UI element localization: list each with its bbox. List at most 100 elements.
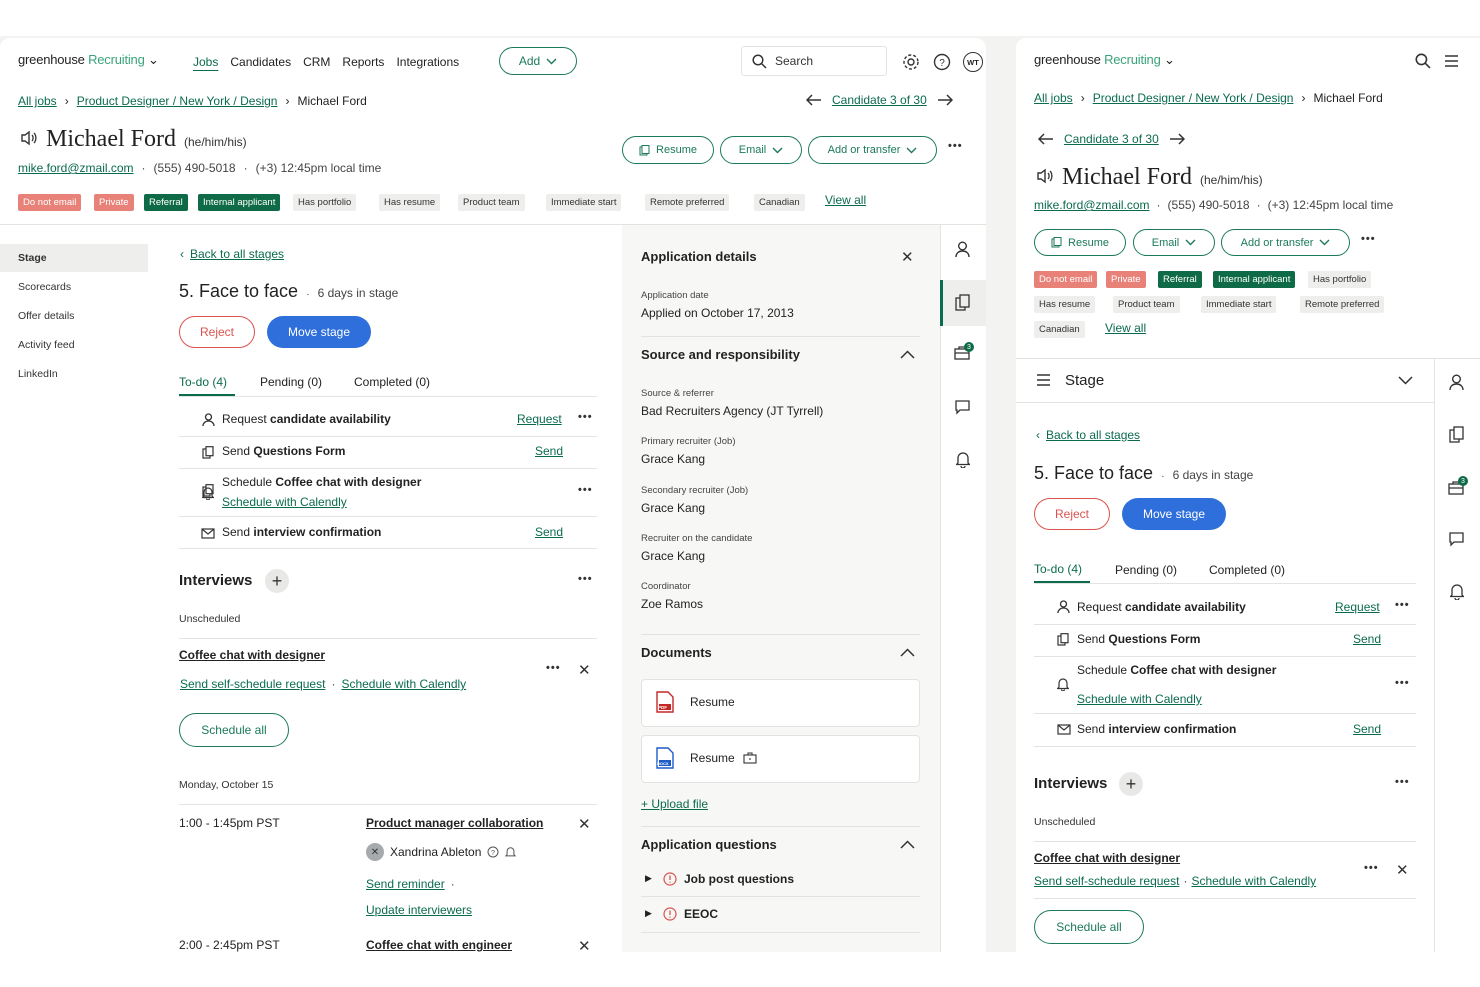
tab-completed[interactable]: Completed (0) xyxy=(1209,563,1285,577)
pager-label[interactable]: Candidate 3 of 30 xyxy=(832,93,927,107)
send-confirmation-link[interactable]: Send xyxy=(535,525,563,539)
gear-icon[interactable] xyxy=(901,52,921,72)
self-schedule-link[interactable]: Send self-schedule request xyxy=(180,677,325,691)
sidebar-item-activity-feed[interactable]: Activity feed xyxy=(18,339,75,351)
back-to-stages[interactable]: ‹ Back to all stages xyxy=(1036,428,1140,442)
upload-file-link[interactable]: + Upload file xyxy=(641,797,708,811)
documents-icon[interactable] xyxy=(1449,426,1464,443)
send-reminder-link[interactable]: Send reminder xyxy=(366,877,445,891)
add-interview-button[interactable]: + xyxy=(265,569,289,593)
todo-more-button[interactable]: ••• xyxy=(1395,677,1410,689)
todo-more-button[interactable]: ••• xyxy=(578,484,593,496)
back-to-stages-link[interactable]: Back to all stages xyxy=(190,247,284,261)
comment-icon[interactable] xyxy=(1449,532,1464,547)
send-questions-link[interactable]: Send xyxy=(1353,632,1381,646)
caret-right-icon[interactable]: ▶ xyxy=(645,873,652,884)
todo-more-button[interactable]: ••• xyxy=(578,411,593,423)
question-job-post[interactable]: Job post questions xyxy=(684,872,794,886)
coffee-more-button[interactable]: ••• xyxy=(1364,862,1379,874)
menu-icon[interactable] xyxy=(1036,374,1051,386)
documents-icon[interactable] xyxy=(955,294,970,311)
move-stage-button[interactable]: Move stage xyxy=(1122,498,1226,530)
chevron-down-icon[interactable] xyxy=(1398,376,1413,385)
chevron-up-icon[interactable] xyxy=(900,648,915,657)
sidebar-item-linkedin[interactable]: LinkedIn xyxy=(18,368,58,380)
comment-icon[interactable] xyxy=(955,400,970,415)
more-actions-button[interactable]: ••• xyxy=(948,140,963,152)
caret-right-icon[interactable]: ▶ xyxy=(645,908,652,919)
person-icon[interactable] xyxy=(955,241,970,258)
back-to-stages-link[interactable]: Back to all stages xyxy=(1046,428,1140,442)
coffee-more-button[interactable]: ••• xyxy=(546,662,561,674)
resume-button[interactable]: Resume xyxy=(1034,229,1126,256)
reject-button[interactable]: Reject xyxy=(179,316,255,348)
nav-candidates[interactable]: Candidates xyxy=(230,55,291,69)
bell-icon[interactable] xyxy=(1450,583,1464,600)
close-icon[interactable]: ✕ xyxy=(578,661,591,679)
slot1-title-link[interactable]: Product manager collaboration xyxy=(366,816,543,830)
send-questions-link[interactable]: Send xyxy=(535,444,563,458)
back-to-stages[interactable]: ‹ Back to all stages xyxy=(180,247,284,261)
candidate-email[interactable]: mike.ford@zmail.com xyxy=(1034,198,1150,212)
breadcrumb-all-jobs[interactable]: All jobs xyxy=(18,94,57,108)
view-all-tags-link[interactable]: View all xyxy=(1105,321,1146,335)
arrow-left-icon[interactable] xyxy=(806,94,822,106)
coffee-chat-link[interactable]: Coffee chat with designer xyxy=(179,648,325,662)
close-icon[interactable]: ✕ xyxy=(1396,861,1409,879)
tab-todo[interactable]: To-do (4) xyxy=(179,375,227,389)
schedule-calendly-link[interactable]: Schedule with Calendly xyxy=(222,495,347,509)
calendly-link[interactable]: Schedule with Calendly xyxy=(1191,874,1316,888)
breadcrumb-all-jobs[interactable]: All jobs xyxy=(1034,91,1073,105)
search-icon[interactable] xyxy=(1415,53,1431,69)
search-box[interactable]: Search xyxy=(741,46,887,76)
candidate-email[interactable]: mike.ford@zmail.com xyxy=(18,161,134,175)
sidebar-item-scorecards[interactable]: Scorecards xyxy=(18,281,71,293)
menu-icon[interactable] xyxy=(1444,55,1459,67)
document-card[interactable] xyxy=(641,679,920,727)
nav-jobs[interactable]: Jobs xyxy=(193,55,218,69)
pager-label[interactable]: Candidate 3 of 30 xyxy=(1064,132,1159,146)
resume-button[interactable]: Resume xyxy=(622,136,714,164)
tab-pending[interactable]: Pending (0) xyxy=(1115,563,1177,577)
request-link[interactable]: Request xyxy=(517,412,562,426)
email-button[interactable]: Email xyxy=(720,136,802,164)
send-confirmation-link[interactable]: Send xyxy=(1353,722,1381,736)
todo-more-button[interactable]: ••• xyxy=(1395,599,1410,611)
slot2-title-link[interactable]: Coffee chat with engineer xyxy=(366,938,512,952)
move-stage-button[interactable]: Move stage xyxy=(267,316,371,348)
self-schedule-link[interactable]: Send self-schedule request xyxy=(1034,874,1179,888)
breadcrumb-job[interactable]: Product Designer / New York / Design xyxy=(77,94,278,108)
person-icon[interactable] xyxy=(1449,374,1464,391)
user-avatar[interactable]: WT xyxy=(963,52,983,72)
speaker-icon[interactable] xyxy=(1036,168,1054,184)
app-logo[interactable]: greenhouse Recruiting ⌄ xyxy=(1034,52,1175,68)
interviews-more-button[interactable]: ••• xyxy=(1395,776,1410,788)
app-logo[interactable]: greenhouse Recruiting ⌄ xyxy=(18,52,159,68)
nav-reports[interactable]: Reports xyxy=(342,55,384,69)
chevron-up-icon[interactable] xyxy=(900,350,915,359)
arrow-right-icon[interactable] xyxy=(937,94,953,106)
schedule-calendly-link[interactable]: Schedule with Calendly xyxy=(1077,692,1202,706)
nav-integrations[interactable]: Integrations xyxy=(396,55,459,69)
add-transfer-button[interactable]: Add or transfer xyxy=(808,136,937,164)
help-icon[interactable]: ? xyxy=(932,52,952,72)
calendly-link[interactable]: Schedule with Calendly xyxy=(341,677,466,691)
speaker-icon[interactable] xyxy=(20,130,38,146)
add-transfer-button[interactable]: Add or transfer xyxy=(1221,229,1350,256)
nav-crm[interactable]: CRM xyxy=(303,55,330,69)
tab-todo[interactable]: To-do (4) xyxy=(1034,562,1082,576)
question-eeoc[interactable]: EEOC xyxy=(684,907,718,921)
add-interview-button[interactable]: + xyxy=(1119,772,1143,796)
bell-icon[interactable] xyxy=(956,451,970,468)
close-icon[interactable]: ✕ xyxy=(578,937,591,952)
request-link[interactable]: Request xyxy=(1335,600,1380,614)
document-card[interactable] xyxy=(641,735,920,783)
close-icon[interactable]: ✕ xyxy=(901,248,914,266)
schedule-all-button[interactable]: Schedule all xyxy=(1034,910,1144,944)
tab-completed[interactable]: Completed (0) xyxy=(354,375,430,389)
close-icon[interactable]: ✕ xyxy=(578,815,591,833)
arrow-left-icon[interactable] xyxy=(1038,133,1054,145)
breadcrumb-job[interactable]: Product Designer / New York / Design xyxy=(1093,91,1294,105)
email-button[interactable]: Email xyxy=(1133,229,1215,256)
update-interviewers-link[interactable]: Update interviewers xyxy=(366,903,472,917)
